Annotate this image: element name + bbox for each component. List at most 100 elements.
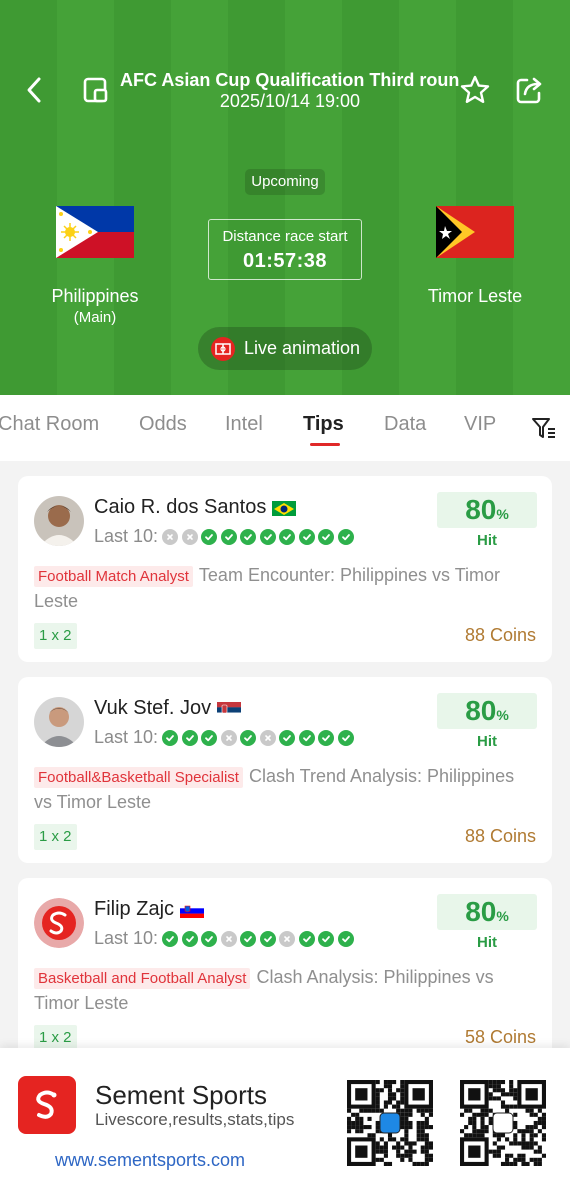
win-check-icon <box>279 528 296 545</box>
slovenia-flag-icon <box>180 902 205 918</box>
tipster-name: Filip Zajc <box>94 898 205 921</box>
active-tab-indicator <box>310 443 340 446</box>
tipster-role-tag: Football Match Analyst <box>34 566 193 587</box>
tip-description[interactable]: Football Match Analyst Team Encounter: Ph… <box>34 563 534 613</box>
loss-x-icon <box>181 528 198 545</box>
win-check-icon <box>162 729 179 746</box>
home-team-tag: (Main) <box>73 309 117 326</box>
avatar[interactable] <box>34 898 84 948</box>
loss-x-icon <box>220 729 237 746</box>
tipster-name-text: Caio R. dos Santos <box>94 496 267 518</box>
tip-card[interactable]: Filip Zajc Last 10: 80% Hit Basketball a… <box>18 878 552 1064</box>
last10-record: Last 10: <box>94 928 357 949</box>
tip-card[interactable]: Caio R. dos Santos Last 10: 80% Hit Foot… <box>18 476 552 662</box>
win-check-icon <box>279 729 296 746</box>
live-animation-label: Live animation <box>243 338 361 358</box>
favorite-button[interactable] <box>458 73 492 107</box>
win-check-icon <box>240 930 257 947</box>
win-check-icon <box>181 729 198 746</box>
win-check-icon <box>201 930 218 947</box>
win-check-icon <box>318 930 335 947</box>
tab-bar: Chat Room Odds Intel Tips Data VIP <box>0 395 570 461</box>
tab-tips[interactable]: Tips <box>303 413 344 436</box>
win-check-icon <box>181 930 198 947</box>
odds-type-tag: 1 x 2 <box>34 824 77 850</box>
tipster-name-text: Filip Zajc <box>94 898 175 920</box>
win-check-icon <box>318 729 335 746</box>
match-header: AFC Asian Cup Qualification Third roun..… <box>0 0 570 395</box>
last10-record: Last 10: <box>94 526 357 547</box>
hit-label: Hit <box>477 532 497 549</box>
brazil-flag-icon <box>272 500 297 516</box>
win-check-icon <box>298 729 315 746</box>
hit-label: Hit <box>477 733 497 750</box>
hit-rate-value: 80 <box>465 896 497 927</box>
hit-rate-unit: % <box>496 506 509 522</box>
tipster-role-tag: Football&Basketball Specialist <box>34 767 243 788</box>
win-check-icon <box>337 528 354 545</box>
win-check-icon <box>220 528 237 545</box>
last10-record: Last 10: <box>94 727 357 748</box>
tip-card[interactable]: Vuk Stef. Jov Last 10: 80% Hit Football&… <box>18 677 552 863</box>
away-team-name: Timor Leste <box>427 286 523 306</box>
last10-label: Last 10: <box>94 727 159 747</box>
back-button[interactable] <box>18 74 50 106</box>
odds-type-tag: 1 x 2 <box>34 623 77 649</box>
price-coins: 88 Coins <box>464 826 536 846</box>
tab-chat-room[interactable]: Chat Room <box>0 413 99 436</box>
loss-x-icon <box>259 729 276 746</box>
last10-label: Last 10: <box>94 526 159 546</box>
tab-odds[interactable]: Odds <box>139 413 187 436</box>
tip-description[interactable]: Football&Basketball Specialist Clash Tren… <box>34 764 534 814</box>
competition-title: AFC Asian Cup Qualification Third roun..… <box>120 70 460 90</box>
banner-website-link[interactable]: www.sementsports.com <box>55 1150 245 1171</box>
win-check-icon <box>318 528 335 545</box>
tipster-role-tag: Basketball and Football Analyst <box>34 968 251 989</box>
win-check-icon <box>259 528 276 545</box>
tipster-name: Vuk Stef. Jov <box>94 697 242 720</box>
share-button[interactable] <box>512 73 546 107</box>
tipster-name-text: Vuk Stef. Jov <box>94 697 212 719</box>
avatar[interactable] <box>34 496 84 546</box>
timor-leste-flag-icon <box>436 206 514 258</box>
filter-icon <box>532 418 555 438</box>
tab-vip[interactable]: VIP <box>464 413 496 436</box>
tip-description[interactable]: Basketball and Football Analyst Clash Ana… <box>34 965 534 1015</box>
hit-rate-badge: 80% <box>437 492 537 528</box>
tab-data[interactable]: Data <box>384 413 426 436</box>
win-check-icon <box>337 729 354 746</box>
win-check-icon <box>240 729 257 746</box>
result-dots <box>162 729 357 746</box>
result-dots <box>162 528 357 545</box>
win-check-icon <box>259 930 276 947</box>
win-check-icon <box>162 930 179 947</box>
win-check-icon <box>298 528 315 545</box>
chat-window-button[interactable] <box>80 74 112 106</box>
filter-button[interactable] <box>530 415 556 441</box>
app-download-banner[interactable]: Sement Sports Livescore,results,stats,ti… <box>0 1048 570 1200</box>
tipster-name: Caio R. dos Santos <box>94 496 297 519</box>
loss-x-icon <box>279 930 296 947</box>
home-team-name: Philippines <box>51 286 139 306</box>
countdown-label: Distance race start <box>222 228 348 245</box>
live-animation-button[interactable]: Live animation <box>198 327 372 370</box>
loss-x-icon <box>162 528 179 545</box>
countdown-time: 01:57:38 <box>242 250 328 272</box>
avatar[interactable] <box>34 697 84 747</box>
hit-rate-unit: % <box>496 908 509 924</box>
match-status-badge: Upcoming <box>245 169 325 195</box>
result-dots <box>162 930 357 947</box>
window-icon <box>83 77 108 103</box>
banner-app-title: Sement Sports <box>95 1080 267 1110</box>
philippines-flag-icon <box>56 206 134 258</box>
pitch-icon <box>210 336 235 361</box>
tab-intel[interactable]: Intel <box>225 413 263 436</box>
app-store-qr-code <box>347 1080 433 1166</box>
countdown-box: Distance race start 01:57:38 <box>208 219 362 280</box>
win-check-icon <box>201 729 218 746</box>
price-coins: 88 Coins <box>464 625 536 645</box>
share-icon <box>516 77 542 104</box>
hit-rate-badge: 80% <box>437 894 537 930</box>
hit-label: Hit <box>477 934 497 951</box>
star-icon <box>460 75 490 103</box>
